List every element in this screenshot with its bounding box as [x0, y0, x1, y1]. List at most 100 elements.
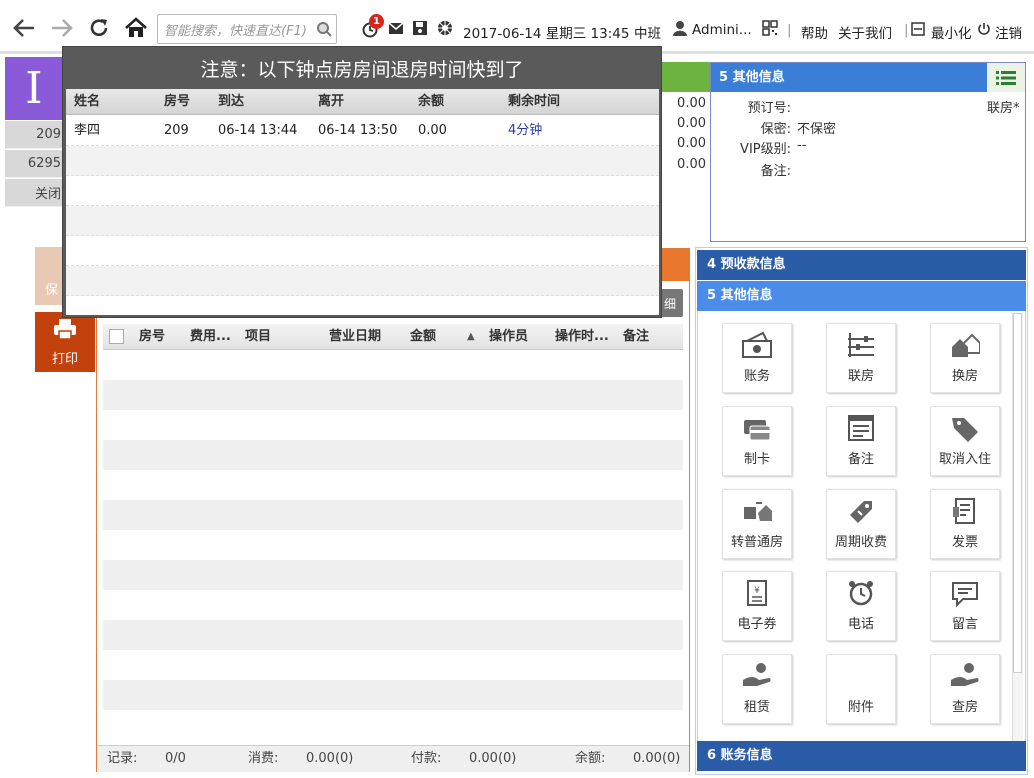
print-button[interactable]: 打印 — [35, 312, 95, 372]
save-button[interactable]: 保 — [35, 247, 63, 305]
tile-change-room[interactable]: 换房 — [930, 323, 1000, 393]
billing-footer: 记录: 0/0 消费: 0.00(0) 付款: 0.00(0) 余额: 0.00… — [97, 745, 689, 772]
sort-asc-icon[interactable]: ▲ — [467, 324, 475, 350]
tile-remark[interactable]: 备注 — [826, 406, 896, 476]
table-row — [103, 350, 683, 380]
col-arrive[interactable]: 到达 — [218, 89, 244, 115]
tile-scrollbar-thumb[interactable] — [1013, 313, 1022, 673]
col-name[interactable]: 姓名 — [74, 89, 100, 115]
col-remark[interactable]: 备注 — [623, 324, 649, 350]
col-fee[interactable]: 费用... — [190, 324, 231, 350]
col-operator[interactable]: 操作员 — [489, 324, 528, 350]
card-icon — [744, 420, 771, 441]
col-business-date[interactable]: 营业日期 — [329, 324, 381, 350]
consume-label: 消费: — [248, 751, 279, 766]
help-link[interactable]: 帮助 — [801, 22, 828, 42]
about-link[interactable]: 关于我们 — [838, 22, 892, 42]
tile-e-coupon[interactable]: ¥ 电子券 — [722, 571, 792, 641]
table-row — [103, 470, 683, 500]
chat-icon — [952, 582, 978, 607]
tile-label: 联房 — [847, 369, 874, 384]
logout-link[interactable]: 注销 — [995, 22, 1022, 42]
select-all-checkbox[interactable] — [109, 329, 124, 344]
tile-phone[interactable]: 电话 — [826, 571, 896, 641]
col-balance[interactable]: 余额 — [418, 89, 444, 115]
linked-room-value: 联房* — [987, 101, 1020, 116]
forward-icon[interactable] — [48, 14, 76, 42]
table-row[interactable]: 李四 209 06-14 13:44 06-14 13:50 0.00 4分钟 — [66, 116, 659, 146]
tile-rental[interactable]: 租赁 — [722, 654, 792, 724]
col-room[interactable]: 房号 — [164, 89, 190, 115]
tile-convert-room[interactable]: 转普通房 — [722, 489, 792, 559]
tile-label: 查房 — [951, 700, 978, 715]
tile-invoice[interactable]: 发票 — [930, 489, 1000, 559]
col-leave[interactable]: 离开 — [318, 89, 344, 115]
tile-label: 换房 — [951, 369, 978, 384]
tile-label: 附件 — [847, 700, 874, 715]
col-item[interactable]: 项目 — [245, 324, 271, 350]
save-disk-icon[interactable] — [412, 20, 430, 38]
left-close-button[interactable]: 关闭 — [5, 179, 63, 207]
user-icon — [672, 20, 690, 38]
status-green-bar — [662, 62, 710, 92]
secret-label: 保密: — [760, 122, 791, 137]
note-icon — [848, 415, 874, 441]
cell-arrive: 06-14 13:44 — [218, 123, 298, 138]
money-value: 0.00 — [677, 157, 706, 172]
qrcode-icon[interactable] — [762, 20, 780, 38]
tile-make-card[interactable]: 制卡 — [722, 406, 792, 476]
booking-no-label: 预订号: — [747, 101, 791, 116]
billing-panel: 细 房号 费用... 项目 营业日期 金额 ▲ 操作员 操作时... 备注 记录… — [96, 248, 690, 772]
tile-billing[interactable]: 账务 — [722, 323, 792, 393]
left-room-number: 209 — [5, 121, 63, 149]
cell-leave: 06-14 13:50 — [318, 123, 398, 138]
hand-coin-icon — [743, 663, 771, 686]
tile-label: 转普通房 — [730, 535, 783, 550]
pay-value: 0.00(0) — [469, 751, 517, 766]
tile-periodic-charge[interactable]: 周期收费 — [826, 489, 896, 559]
vip-label: VIP级别: — [740, 142, 791, 157]
panel-other-header[interactable]: 5 其他信息 — [697, 281, 1026, 311]
coupon-icon: ¥ — [747, 580, 767, 606]
col-op-time[interactable]: 操作时... — [555, 324, 609, 350]
power-icon[interactable] — [977, 22, 995, 40]
search-input[interactable]: 智能搜索，快速直达(F1) — [157, 14, 337, 44]
tile-linked-room[interactable]: 联房 — [826, 323, 896, 393]
panel-prepay-header[interactable]: 4 预收款信息 — [697, 250, 1026, 280]
panel-billing-header[interactable]: 6 账务信息 — [697, 741, 1026, 771]
settings-icon[interactable] — [437, 20, 455, 38]
secret-value: 不保密 — [797, 122, 837, 137]
search-icon[interactable] — [316, 21, 332, 41]
home-icon[interactable] — [122, 14, 150, 42]
minimize-link[interactable]: 最小化 — [931, 22, 972, 42]
table-row — [66, 146, 659, 176]
col-amount[interactable]: 金额 — [410, 324, 436, 350]
notification-badge: 1 — [369, 14, 384, 29]
search-placeholder: 智能搜索，快速直达(F1) — [164, 23, 307, 39]
username[interactable]: Admini... — [692, 22, 752, 38]
refresh-icon[interactable] — [85, 14, 113, 42]
list-menu-icon[interactable] — [987, 63, 1025, 92]
tile-label: 备注 — [847, 452, 874, 467]
col-remaining[interactable]: 剩余时间 — [508, 89, 560, 115]
balance-value: 0.00(0) — [633, 751, 681, 766]
pay-label: 付款: — [411, 751, 442, 766]
tile-attachment[interactable]: 附件 — [826, 654, 896, 724]
tile-label: 租赁 — [743, 700, 770, 715]
tile-check-room[interactable]: 查房 — [930, 654, 1000, 724]
table-row — [66, 236, 659, 266]
billing-grid-header: 房号 费用... 项目 营业日期 金额 ▲ 操作员 操作时... 备注 — [103, 324, 683, 350]
mail-icon[interactable] — [388, 20, 406, 38]
table-row — [66, 176, 659, 206]
col-room[interactable]: 房号 — [139, 324, 165, 350]
table-row — [103, 680, 683, 710]
tile-cancel-checkin[interactable]: 取消入住 — [930, 406, 1000, 476]
minimize-icon[interactable] — [911, 22, 929, 40]
back-icon[interactable] — [10, 14, 38, 42]
convert-room-icon — [744, 502, 772, 521]
tile-message[interactable]: 留言 — [930, 571, 1000, 641]
table-row — [103, 500, 683, 530]
tile-label: 账务 — [743, 369, 770, 384]
room-letter-tile[interactable]: I — [5, 57, 63, 120]
table-row — [103, 440, 683, 470]
